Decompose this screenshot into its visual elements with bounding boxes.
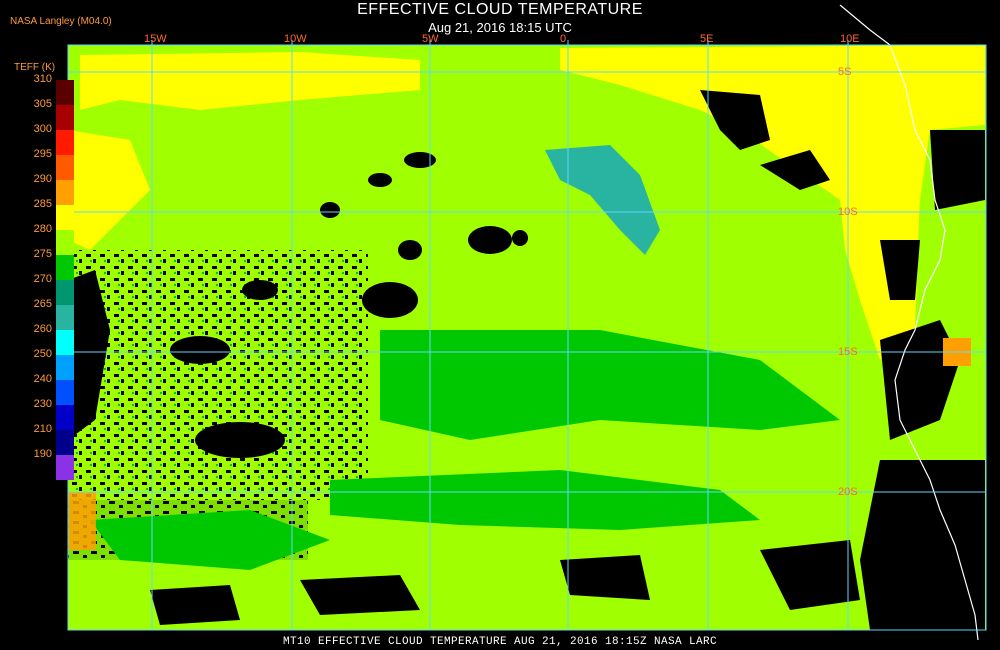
legend-swatch bbox=[56, 330, 74, 355]
legend-tick-label: 300 bbox=[33, 123, 52, 135]
legend-swatch bbox=[56, 205, 74, 230]
legend-tick-label: 265 bbox=[33, 298, 52, 310]
latitude-label: 20S bbox=[838, 486, 858, 498]
legend-swatch bbox=[56, 80, 74, 105]
legend-swatch bbox=[56, 105, 74, 130]
legend-tick-label: 210 bbox=[33, 423, 52, 435]
longitude-label: 0 bbox=[560, 33, 567, 45]
color-legend bbox=[56, 80, 74, 480]
legend-swatch bbox=[56, 230, 74, 255]
map-title: EFFECTIVE CLOUD TEMPERATURE bbox=[357, 1, 643, 18]
legend-tick-label: 275 bbox=[33, 248, 52, 260]
cloud-temperature-map bbox=[67, 4, 987, 641]
legend-tick-label: 240 bbox=[33, 373, 52, 385]
warm-patch-southwest bbox=[68, 492, 96, 550]
legend-tick-label: 250 bbox=[33, 348, 52, 360]
source-label: NASA Langley (M04.0) bbox=[10, 16, 112, 27]
legend-swatch bbox=[56, 305, 74, 330]
legend-tick-label: 290 bbox=[33, 173, 52, 185]
legend-swatch bbox=[56, 380, 74, 405]
legend-tick-label: 305 bbox=[33, 98, 52, 110]
legend-tick-label: 270 bbox=[33, 273, 52, 285]
legend-tick-label: 280 bbox=[33, 223, 52, 235]
legend-title: TEFF (K) bbox=[14, 62, 56, 73]
legend-tick-label: 190 bbox=[33, 448, 52, 460]
legend-tick-label: 295 bbox=[33, 148, 52, 160]
legend-swatch bbox=[56, 280, 74, 305]
legend-tick-label: 310 bbox=[33, 73, 52, 85]
longitude-label: 5E bbox=[700, 33, 714, 45]
legend-tick-label: 260 bbox=[33, 323, 52, 335]
latitude-label: 5S bbox=[838, 66, 852, 78]
footer-caption: MT10 EFFECTIVE CLOUD TEMPERATURE AUG 21,… bbox=[282, 636, 718, 648]
legend-swatch bbox=[56, 355, 74, 380]
legend-swatch bbox=[56, 455, 74, 480]
latitude-label: 10S bbox=[838, 206, 858, 218]
cloud-field-broken-west bbox=[68, 250, 368, 500]
legend-swatch bbox=[56, 430, 74, 455]
longitude-label: 10E bbox=[840, 33, 860, 45]
legend-swatch bbox=[56, 155, 74, 180]
legend-tick-label: 285 bbox=[33, 198, 52, 210]
legend-swatch bbox=[56, 255, 74, 280]
latitude-label: 15S bbox=[838, 346, 858, 358]
legend-swatch bbox=[56, 405, 74, 430]
longitude-label: 10W bbox=[284, 33, 307, 45]
legend-swatch bbox=[56, 180, 74, 205]
legend-tick-label: 230 bbox=[33, 398, 52, 410]
longitude-label: 15W bbox=[144, 33, 167, 45]
longitude-label: 5W bbox=[422, 33, 439, 45]
legend-swatch bbox=[56, 130, 74, 155]
